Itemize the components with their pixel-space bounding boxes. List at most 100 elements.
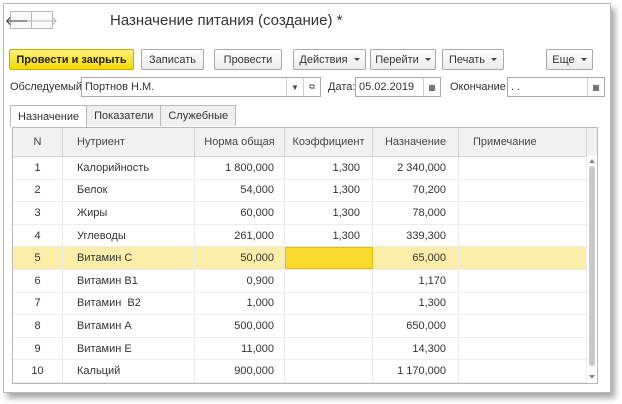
- column-header-nutrient[interactable]: Нутриент: [63, 128, 195, 156]
- cell-n: 9: [13, 337, 63, 360]
- patient-field[interactable]: Портнов Н.М. ▼ ⧉: [81, 77, 321, 97]
- cell-coefficient[interactable]: [285, 337, 373, 360]
- actions-menu-button[interactable]: Действия: [293, 49, 366, 70]
- cell-n: 1: [13, 157, 63, 179]
- cell-note[interactable]: [459, 179, 587, 202]
- scroll-up-icon[interactable]: [589, 159, 595, 163]
- cell-assignment: 650,000: [373, 315, 459, 337]
- cell-note[interactable]: [459, 202, 587, 224]
- dropdown-icon[interactable]: ▼: [286, 78, 303, 96]
- nutrients-table: N Нутриент Норма общая Коэффициент Назна…: [12, 127, 598, 384]
- cell-note[interactable]: [459, 157, 587, 179]
- column-header-assignment[interactable]: Назначение: [373, 128, 459, 156]
- cell-n: 5: [13, 247, 63, 269]
- patient-value: Портнов Н.М.: [85, 81, 155, 93]
- table-row-selected[interactable]: 5 Витамин С 50,000 65,000: [13, 247, 597, 270]
- tab-assignment[interactable]: Назначение: [10, 105, 88, 127]
- cell-n: 4: [13, 224, 63, 247]
- table-row[interactable]: 9 Витамин Е 11,000 14,300: [13, 337, 597, 361]
- more-label: Еще: [552, 53, 575, 66]
- cell-coefficient[interactable]: [285, 269, 373, 292]
- calendar-icon[interactable]: ▦: [587, 78, 604, 96]
- cell-coefficient[interactable]: [285, 292, 373, 315]
- cell-assignment: 78,000: [373, 202, 459, 224]
- post-and-close-button[interactable]: Провести и закрыть: [9, 49, 134, 70]
- cell-assignment: 1,170: [373, 269, 459, 292]
- date-field[interactable]: 05.02.2019 ▦: [355, 77, 441, 97]
- cell-coefficient[interactable]: 1,300: [285, 157, 373, 179]
- tab-service[interactable]: Служебные: [160, 105, 237, 126]
- open-link-icon[interactable]: ⧉: [303, 78, 320, 96]
- cell-note[interactable]: [459, 247, 587, 269]
- print-menu-button[interactable]: Печать: [442, 49, 504, 70]
- forward-button[interactable]: 🡒: [26, 11, 58, 29]
- cell-assignment: 70,200: [373, 179, 459, 202]
- cell-nutrient: Витамин В2: [63, 292, 195, 315]
- date-value: 05.02.2019: [359, 81, 415, 93]
- cell-coefficient[interactable]: [285, 315, 373, 337]
- table-row[interactable]: 2 Белок 54,000 1,300 70,200: [13, 179, 597, 203]
- patient-label: Обследуемый:: [10, 81, 86, 93]
- cell-assignment: 14,300: [373, 337, 459, 360]
- cell-nutrient: Витамин С: [63, 247, 195, 269]
- save-button[interactable]: Записать: [141, 49, 204, 70]
- cell-assignment: 1 170,000: [373, 360, 459, 382]
- column-header-norm[interactable]: Норма общая: [195, 128, 285, 156]
- end-date-label: Окончание:: [450, 81, 509, 93]
- calendar-icon[interactable]: ▦: [423, 78, 440, 96]
- goto-label: Перейти: [375, 53, 419, 66]
- chevron-down-icon: [491, 58, 498, 61]
- table-row[interactable]: 6 Витамин В1 0,900 1,170: [13, 269, 597, 293]
- cell-coefficient-current[interactable]: [285, 247, 373, 269]
- cell-n: 3: [13, 202, 63, 224]
- chevron-down-icon: [353, 58, 360, 61]
- column-header-n[interactable]: N: [13, 128, 63, 156]
- cell-norm: 50,000: [195, 247, 285, 269]
- cell-coefficient[interactable]: 1,300: [285, 179, 373, 202]
- cell-note[interactable]: [459, 269, 587, 292]
- column-header-note[interactable]: Примечание: [459, 128, 587, 156]
- chevron-down-icon: [580, 58, 587, 61]
- table-row[interactable]: 8 Витамин А 500,000 650,000: [13, 315, 597, 338]
- cell-norm: 261,000: [195, 224, 285, 247]
- actions-label: Действия: [299, 53, 348, 66]
- cell-note[interactable]: [459, 315, 587, 337]
- table-row[interactable]: 10 Кальций 900,000 1 170,000: [13, 360, 597, 383]
- cell-norm: 500,000: [195, 315, 285, 337]
- cell-coefficient[interactable]: 1,300: [285, 224, 373, 247]
- end-date-field[interactable]: . . ▦: [507, 77, 605, 97]
- cell-note[interactable]: [459, 337, 587, 360]
- cell-norm: 1,000: [195, 292, 285, 315]
- cell-norm: 0,900: [195, 269, 285, 292]
- cell-note[interactable]: [459, 292, 587, 315]
- tab-indicators[interactable]: Показатели: [86, 105, 162, 126]
- table-row[interactable]: 3 Жиры 60,000 1,300 78,000: [13, 202, 597, 225]
- more-menu-button[interactable]: Еще: [546, 49, 593, 70]
- cell-nutrient: Кальций: [63, 360, 195, 382]
- arrow-right-icon: 🡒: [25, 13, 59, 28]
- post-button[interactable]: Провести: [214, 49, 282, 70]
- cell-nutrient: Углеводы: [63, 224, 195, 247]
- scrollbar-thumb[interactable]: [589, 166, 595, 366]
- cell-nutrient: Белок: [63, 179, 195, 202]
- cell-norm: 60,000: [195, 202, 285, 224]
- cell-norm: 1 800,000: [195, 157, 285, 179]
- cell-nutrient: Витамин В1: [63, 269, 195, 292]
- tab-bar: Назначение Показатели Служебные: [10, 105, 237, 127]
- cell-note[interactable]: [459, 224, 587, 247]
- cell-coefficient[interactable]: 1,300: [285, 202, 373, 224]
- chevron-down-icon: [424, 58, 431, 61]
- end-date-value: . .: [511, 81, 521, 93]
- scroll-down-icon[interactable]: [589, 375, 595, 379]
- cell-note[interactable]: [459, 360, 587, 382]
- table-row[interactable]: 1 Калорийность 1 800,000 1,300 2 340,000: [13, 157, 597, 180]
- table-row[interactable]: 7 Витамин В2 1,000 1,300: [13, 292, 597, 316]
- cell-assignment: 1,300: [373, 292, 459, 315]
- table-row[interactable]: 4 Углеводы 261,000 1,300 339,300: [13, 224, 597, 248]
- column-header-coefficient[interactable]: Коэффициент: [285, 128, 373, 156]
- cell-coefficient[interactable]: [285, 360, 373, 382]
- cell-norm: 54,000: [195, 179, 285, 202]
- cell-assignment: 339,300: [373, 224, 459, 247]
- goto-menu-button[interactable]: Перейти: [370, 49, 436, 70]
- cell-norm: 900,000: [195, 360, 285, 382]
